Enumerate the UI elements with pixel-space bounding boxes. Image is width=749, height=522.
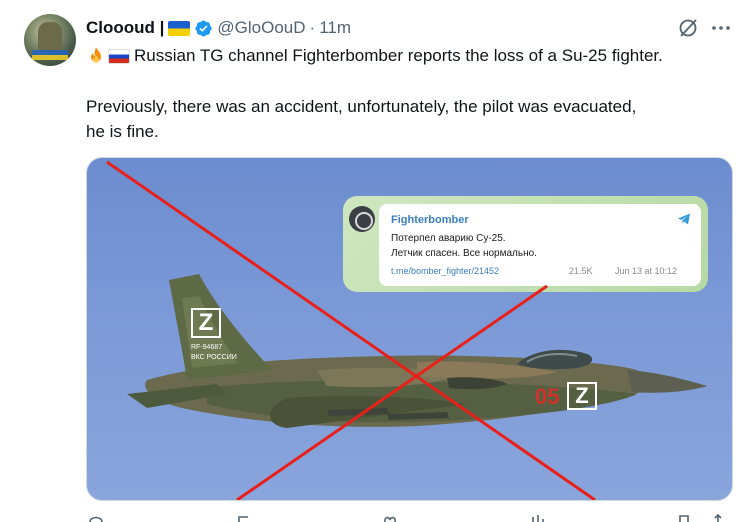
telegram-logo-icon bbox=[678, 213, 690, 225]
separator-dot: · bbox=[309, 18, 316, 37]
retweet-icon[interactable] bbox=[236, 514, 252, 522]
avatar-flag bbox=[32, 50, 68, 60]
avatar-figure bbox=[38, 22, 62, 52]
tweet-text-1: Russian TG channel Fighterbomber reports… bbox=[134, 46, 663, 65]
views-icon[interactable] bbox=[530, 514, 546, 522]
ukraine-flag-icon bbox=[168, 20, 191, 36]
telegram-date: Jun 13 at 10:12 bbox=[615, 266, 678, 276]
grok-icon[interactable] bbox=[677, 17, 699, 39]
tweet-header: Cloooud | @GloOouD · 11m bbox=[86, 17, 351, 39]
author-avatar[interactable] bbox=[24, 14, 76, 66]
tail-z-marking: Z bbox=[191, 308, 221, 338]
tweet-media-image[interactable]: Z RF-94687 ВКС РОССИИ 05 Z Fighterbomber… bbox=[86, 157, 733, 501]
telegram-message-line-1: Потерпел аварию Су-25. bbox=[391, 233, 506, 244]
reply-icon[interactable] bbox=[88, 514, 104, 522]
more-icon[interactable] bbox=[710, 17, 732, 39]
tweet-text-line-2: Previously, there was an accident, unfor… bbox=[86, 97, 637, 116]
telegram-message-bubble: Fighterbomber Потерпел аварию Су-25. Лет… bbox=[379, 204, 701, 286]
tweet-time[interactable]: 11m bbox=[319, 18, 351, 38]
tweet-action-bar bbox=[86, 514, 733, 522]
bookmark-icon[interactable] bbox=[676, 514, 692, 522]
fire-emoji-icon bbox=[91, 47, 101, 63]
telegram-channel-avatar bbox=[349, 206, 375, 232]
side-number: 05 bbox=[535, 384, 560, 409]
tail-code: RF-94687 bbox=[191, 344, 223, 351]
russia-flag-icon bbox=[108, 48, 130, 64]
telegram-views: 21.5K bbox=[569, 266, 593, 276]
like-icon[interactable] bbox=[382, 514, 398, 522]
author-name[interactable]: Cloooud | bbox=[86, 18, 164, 38]
telegram-post-card: Fighterbomber Потерпел аварию Су-25. Лет… bbox=[343, 196, 708, 292]
telegram-post-link: t.me/bomber_fighter/21452 bbox=[391, 266, 500, 276]
tweet-text-line-1: Russian TG channel Fighterbomber reports… bbox=[86, 45, 663, 67]
tail-text: ВКС РОССИИ bbox=[191, 354, 237, 361]
author-handle[interactable]: @GloOouD bbox=[217, 18, 305, 38]
verified-badge-icon bbox=[195, 20, 213, 36]
telegram-message-line-2: Летчик спасен. Все нормально. bbox=[391, 248, 537, 259]
share-icon[interactable] bbox=[710, 514, 726, 522]
side-z-marking: Z bbox=[567, 382, 597, 410]
telegram-channel-name: Fighterbomber bbox=[391, 214, 469, 226]
tweet-text-line-3: he is fine. bbox=[86, 122, 159, 141]
